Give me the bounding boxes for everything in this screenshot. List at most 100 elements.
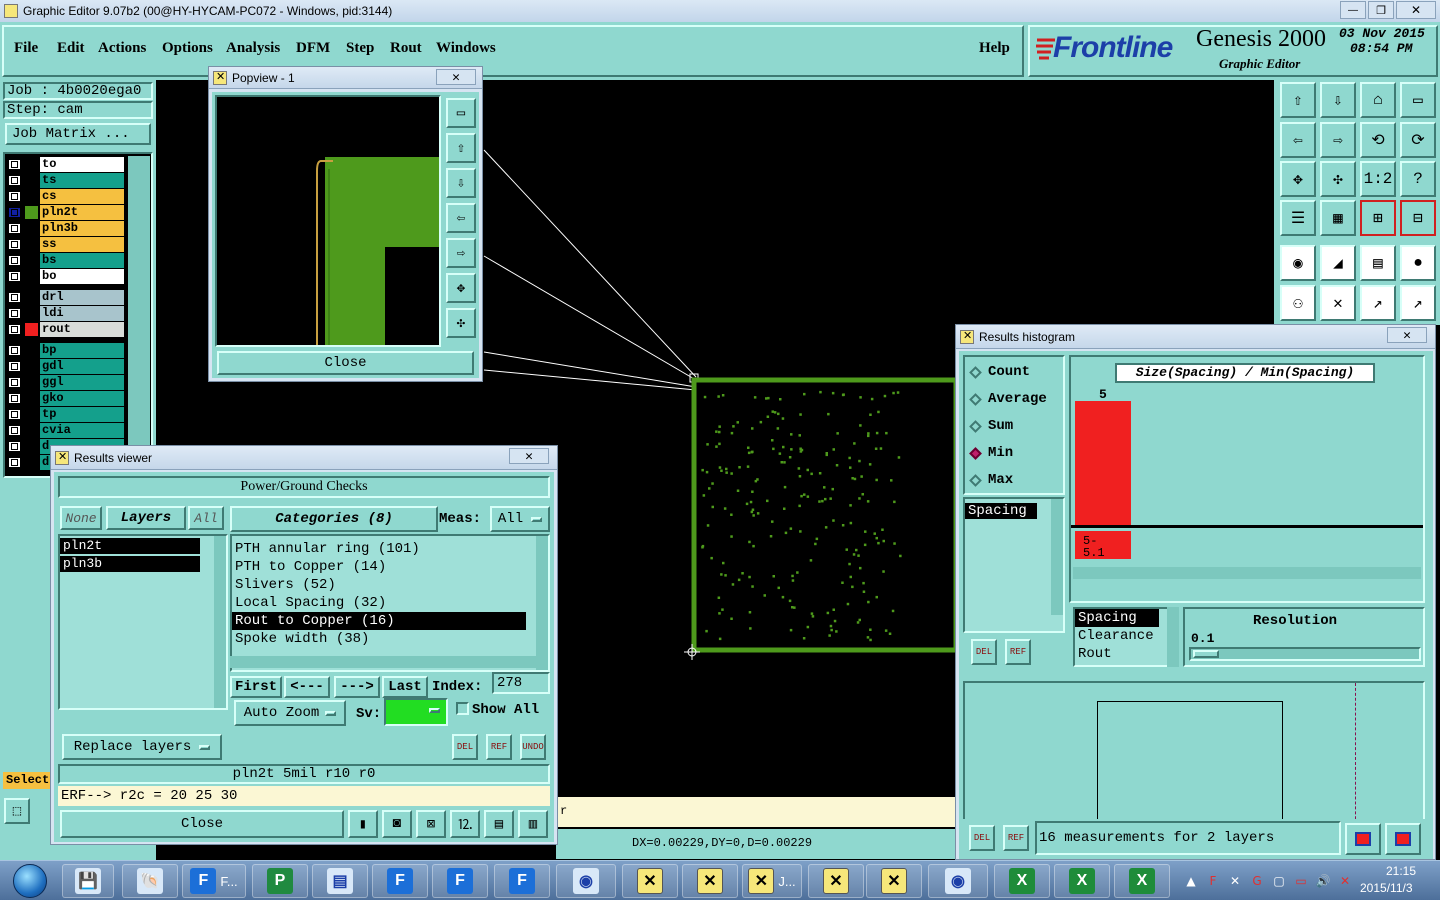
del-button[interactable]: DEL bbox=[452, 734, 478, 760]
layer-row-gko[interactable]: gko bbox=[6, 391, 124, 406]
histogram-measure-vscroll[interactable] bbox=[1167, 607, 1179, 667]
excel-1-icon[interactable]: X bbox=[994, 864, 1050, 898]
scale-icon[interactable]: 1:2 bbox=[1360, 161, 1396, 197]
layer-affected-swatch[interactable] bbox=[25, 158, 38, 171]
menu-windows[interactable]: Windows bbox=[436, 40, 496, 57]
layer-checkbox[interactable] bbox=[8, 393, 21, 404]
select-tool-button[interactable]: ⬚ bbox=[4, 798, 30, 824]
layer-row-bo[interactable]: bo bbox=[6, 269, 124, 284]
task-f-button[interactable]: F F... bbox=[182, 864, 246, 898]
menu-options[interactable]: Options bbox=[162, 40, 213, 57]
tray-icon-1[interactable]: F bbox=[1204, 872, 1222, 890]
record-icon[interactable]: ◙ bbox=[382, 810, 412, 838]
layer-checkbox[interactable] bbox=[8, 345, 21, 356]
genesis-task-4-icon[interactable]: ✕ bbox=[866, 864, 922, 898]
zoom-fit-icon[interactable]: ✥ bbox=[1280, 161, 1316, 197]
popview-close-x[interactable]: ✕ bbox=[436, 69, 476, 85]
report-icon[interactable]: ▮ bbox=[348, 810, 378, 838]
histogram-bin[interactable]: 5- 5.1 bbox=[1075, 531, 1131, 559]
layer-affected-swatch[interactable] bbox=[25, 190, 38, 203]
delete-mark-icon[interactable]: ⊠ bbox=[416, 810, 446, 838]
categories-hscroll[interactable] bbox=[230, 656, 538, 668]
layer-row-ss[interactable]: ss bbox=[6, 237, 124, 252]
layer-checkbox[interactable] bbox=[8, 441, 21, 452]
layer-row-rout[interactable]: rout bbox=[6, 322, 124, 337]
layer-affected-swatch[interactable] bbox=[25, 291, 38, 304]
pan-left-icon[interactable]: ⇦ bbox=[1280, 122, 1316, 158]
maximize-button[interactable]: ❐ bbox=[1368, 1, 1394, 19]
layer-checkbox[interactable] bbox=[8, 207, 21, 218]
stat-option-min[interactable]: Min bbox=[969, 444, 1013, 462]
histogram-bar[interactable] bbox=[1075, 401, 1131, 525]
layer-affected-swatch[interactable] bbox=[25, 222, 38, 235]
categories-button[interactable]: Categories (8) bbox=[230, 506, 438, 532]
layer-row-cs[interactable]: cs bbox=[6, 189, 124, 204]
index-input[interactable]: 278 bbox=[492, 672, 550, 694]
tray-icon-5[interactable]: ▭ bbox=[1292, 872, 1310, 890]
frontline-app-1-icon[interactable]: F bbox=[372, 864, 428, 898]
help-icon[interactable]: ? bbox=[1400, 161, 1436, 197]
home-view-icon[interactable]: ⌂ bbox=[1360, 82, 1396, 118]
last-button[interactable]: Last bbox=[382, 676, 428, 698]
resolution-slider-handle[interactable] bbox=[1193, 650, 1219, 658]
pan-down-icon[interactable]: ⇩ bbox=[1320, 82, 1356, 118]
result-layer-item[interactable]: pln3b bbox=[60, 556, 200, 572]
tray-icon-2[interactable]: ✕ bbox=[1226, 872, 1244, 890]
histogram-close-x[interactable]: ✕ bbox=[1387, 327, 1427, 343]
layer-row-drl[interactable]: drl bbox=[6, 290, 124, 305]
layer-affected-swatch[interactable] bbox=[25, 206, 38, 219]
filter-icon[interactable]: ☰ bbox=[1280, 200, 1316, 236]
stat-option-sum[interactable]: Sum bbox=[969, 417, 1013, 435]
popview-canvas[interactable] bbox=[215, 95, 441, 347]
layer-affected-swatch[interactable] bbox=[25, 456, 38, 469]
pop-fit-icon[interactable]: ✥ bbox=[446, 273, 476, 303]
ruler-icon[interactable]: ▤ bbox=[1360, 245, 1396, 281]
frontline-app-2-icon[interactable]: F bbox=[432, 864, 488, 898]
measure-icon[interactable]: ↗ bbox=[1360, 285, 1396, 321]
pop-right-icon[interactable]: ⇨ bbox=[446, 238, 476, 268]
pan-right-icon[interactable]: ⇨ bbox=[1320, 122, 1356, 158]
measure-item[interactable]: Spacing bbox=[1075, 609, 1159, 627]
layer-scrollbar[interactable] bbox=[128, 156, 150, 474]
layer-affected-swatch[interactable] bbox=[25, 360, 38, 373]
pop-left-icon[interactable]: ⇦ bbox=[446, 203, 476, 233]
layer-checkbox[interactable] bbox=[8, 409, 21, 420]
minimize-button[interactable]: — bbox=[1340, 1, 1366, 19]
layer-checkbox[interactable] bbox=[8, 377, 21, 388]
menu-step[interactable]: Step bbox=[346, 40, 374, 57]
pop-center-icon[interactable]: ✣ bbox=[446, 308, 476, 338]
rotate-left-icon[interactable]: ⟲ bbox=[1360, 122, 1396, 158]
layer-checkbox[interactable] bbox=[8, 255, 21, 266]
category-item[interactable]: Local Spacing (32) bbox=[232, 594, 526, 612]
layer-checkbox[interactable] bbox=[8, 308, 21, 319]
menu-actions[interactable]: Actions bbox=[98, 40, 146, 57]
layer-checkbox[interactable] bbox=[8, 159, 21, 170]
layer-checkbox[interactable] bbox=[8, 239, 21, 250]
tray-icon-4[interactable]: ▢ bbox=[1270, 872, 1288, 890]
layer-affected-swatch[interactable] bbox=[25, 238, 38, 251]
hist-foot-ref-button[interactable]: REF bbox=[1003, 825, 1029, 851]
stat-option-max[interactable]: Max bbox=[969, 471, 1013, 489]
tray-icon-7[interactable]: ✕ bbox=[1336, 872, 1354, 890]
results-viewer-close-x[interactable]: ✕ bbox=[509, 448, 549, 464]
none-button[interactable]: None bbox=[60, 506, 102, 530]
rotate-right-icon[interactable]: ⟳ bbox=[1400, 122, 1436, 158]
layer-checkbox[interactable] bbox=[8, 324, 21, 335]
menu-analysis[interactable]: Analysis bbox=[226, 40, 280, 57]
layer-row-cvia[interactable]: cvia bbox=[6, 423, 124, 438]
layer-affected-swatch[interactable] bbox=[25, 344, 38, 357]
snap-blue-icon[interactable]: ⊟ bbox=[1400, 200, 1436, 236]
layer-affected-swatch[interactable] bbox=[25, 323, 38, 336]
layer-row-ts[interactable]: ts bbox=[6, 173, 124, 188]
zoom-center-icon[interactable]: ✣ bbox=[1320, 161, 1356, 197]
window-view-icon[interactable]: ▭ bbox=[1400, 82, 1436, 118]
layer-affected-swatch[interactable] bbox=[25, 174, 38, 187]
hist-export-button[interactable] bbox=[1345, 823, 1381, 855]
all-layers-button[interactable]: All bbox=[188, 506, 224, 530]
results-close-button[interactable]: Close bbox=[60, 810, 344, 838]
result-layer-item[interactable]: pln2t bbox=[60, 538, 200, 554]
category-item[interactable]: PTH annular ring (101) bbox=[232, 540, 526, 558]
layer-row-bp[interactable]: bp bbox=[6, 343, 124, 358]
pop-down-icon[interactable]: ⇩ bbox=[446, 168, 476, 198]
genesis-task-3-icon[interactable]: ✕ bbox=[808, 864, 864, 898]
